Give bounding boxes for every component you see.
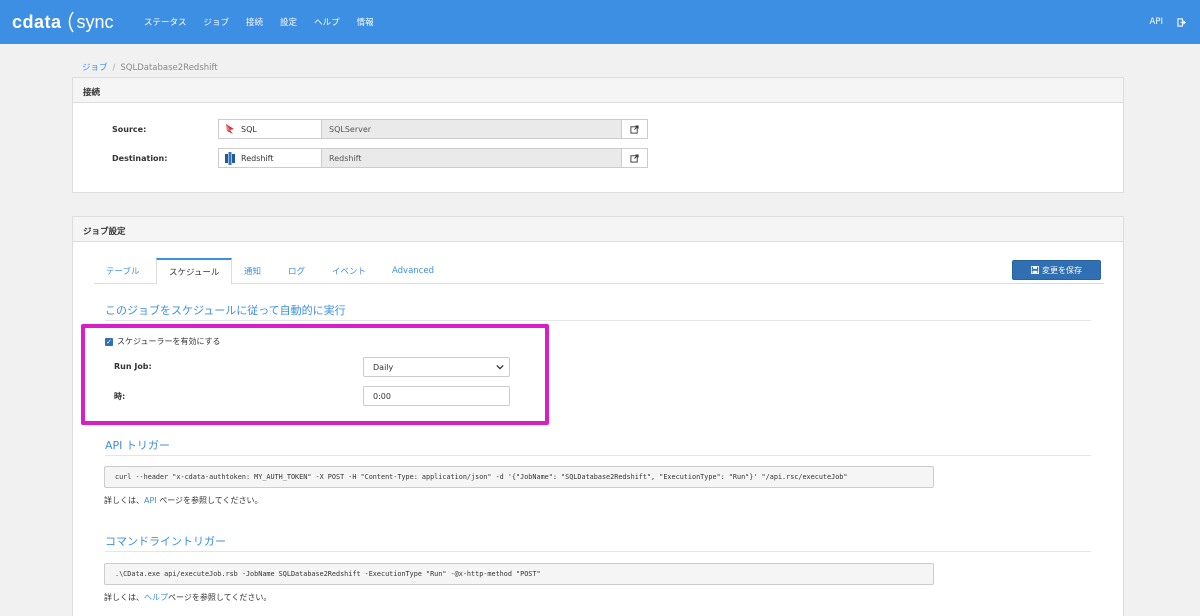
api-note-suffix: ページを参照してください。 <box>156 496 263 505</box>
cli-note-prefix: 詳しくは、 <box>104 593 144 602</box>
help-page-link[interactable]: ヘルプ <box>144 593 168 602</box>
api-trigger-command[interactable]: curl --header "x-cdata-authtoken: MY_AUT… <box>104 466 934 488</box>
nav-jobs[interactable]: ジョブ <box>204 16 230 28</box>
source-external-link-icon[interactable] <box>622 120 647 138</box>
run-job-value: Daily <box>373 362 394 372</box>
sql-server-icon <box>224 123 236 135</box>
api-note-prefix: 詳しくは、 <box>104 496 144 505</box>
api-link[interactable]: API <box>1150 17 1163 27</box>
nav-help[interactable]: ヘルプ <box>314 16 340 28</box>
api-trigger-divider <box>105 455 1091 456</box>
save-changes-button[interactable]: 変更を保存 <box>1012 260 1101 280</box>
time-input[interactable]: 0:00 <box>363 386 510 406</box>
source-connection-name[interactable]: SQL <box>219 120 322 138</box>
source-provider-value: SQLServer <box>322 120 622 138</box>
cli-trigger-command[interactable]: .\CData.exe api/executeJob.rsb -JobName … <box>104 563 934 585</box>
destination-connection: Redshift Redshift <box>218 148 648 168</box>
enable-scheduler-checkbox[interactable]: ✓ <box>105 337 113 346</box>
source-label: Source: <box>112 125 147 134</box>
connections-panel-title: 接続 <box>73 78 1123 103</box>
save-icon <box>1031 266 1039 274</box>
tab-tables[interactable]: テーブル <box>106 258 140 284</box>
job-settings-panel-title: ジョブ設定 <box>73 217 1123 242</box>
api-page-link[interactable]: API <box>144 496 157 505</box>
schedule-heading: このジョブをスケジュールに従って自動的に実行 <box>105 304 346 317</box>
nav-connections[interactable]: 接続 <box>246 16 263 28</box>
cdata-sync-logo[interactable]: cdata sync <box>12 10 114 34</box>
tab-advanced[interactable]: Advanced <box>392 258 434 284</box>
breadcrumb-jobs-link[interactable]: ジョブ <box>82 63 108 73</box>
schedule-divider <box>105 320 1091 321</box>
source-connection-label: SQL <box>241 124 257 134</box>
api-trigger-note: 詳しくは、API ページを参照してください。 <box>104 495 263 506</box>
logo-separator-icon <box>68 11 74 33</box>
nav-info[interactable]: 情報 <box>357 16 374 28</box>
destination-label: Destination: <box>112 154 168 163</box>
breadcrumb-current: SQLDatabase2Redshift <box>120 63 218 73</box>
logout-icon[interactable] <box>1177 17 1186 27</box>
tab-schedule[interactable]: スケジュール <box>156 258 233 285</box>
connections-panel: 接続 Source: SQL SQLServer Destination: Re… <box>72 77 1124 193</box>
job-settings-tabs: テーブル スケジュール 通知 ログ イベント Advanced <box>94 258 1104 285</box>
save-changes-label: 変更を保存 <box>1042 265 1082 275</box>
tab-events[interactable]: イベント <box>332 258 366 284</box>
redshift-icon <box>224 151 236 165</box>
destination-connection-name[interactable]: Redshift <box>219 149 322 167</box>
main-nav: ステータス ジョブ 接続 設定 ヘルプ 情報 <box>144 0 391 44</box>
run-job-select[interactable]: Daily <box>363 357 510 377</box>
run-job-label: Run Job: <box>114 362 152 371</box>
cli-trigger-note: 詳しくは、ヘルプページを参照してください。 <box>104 592 271 603</box>
chevron-down-icon <box>496 364 504 370</box>
nav-status[interactable]: ステータス <box>144 16 187 28</box>
source-connection: SQL SQLServer <box>218 119 648 139</box>
top-navbar: cdata sync ステータス ジョブ 接続 設定 ヘルプ 情報 API <box>0 0 1200 44</box>
cli-note-suffix: ページを参照してください。 <box>168 593 272 602</box>
logo-cdata-text: cdata <box>12 11 62 32</box>
logo-sync-text: sync <box>76 11 114 32</box>
breadcrumb: ジョブ / SQLDatabase2Redshift <box>82 61 218 73</box>
cli-trigger-divider <box>105 551 1091 552</box>
breadcrumb-separator: / <box>112 63 116 73</box>
enable-scheduler-row[interactable]: ✓ スケジューラーを有効にする <box>105 336 221 347</box>
enable-scheduler-label: スケジューラーを有効にする <box>117 337 221 346</box>
destination-connection-label: Redshift <box>241 153 274 163</box>
destination-external-link-icon[interactable] <box>622 149 647 167</box>
tab-logs[interactable]: ログ <box>288 258 305 284</box>
tab-notifications[interactable]: 通知 <box>244 258 261 284</box>
nav-settings[interactable]: 設定 <box>280 16 297 28</box>
time-label: 時: <box>114 392 126 401</box>
top-right-controls: API <box>1150 0 1186 44</box>
destination-provider-value: Redshift <box>322 149 622 167</box>
api-trigger-heading: API トリガー <box>105 439 170 452</box>
cli-trigger-heading: コマンドライントリガー <box>105 535 226 548</box>
